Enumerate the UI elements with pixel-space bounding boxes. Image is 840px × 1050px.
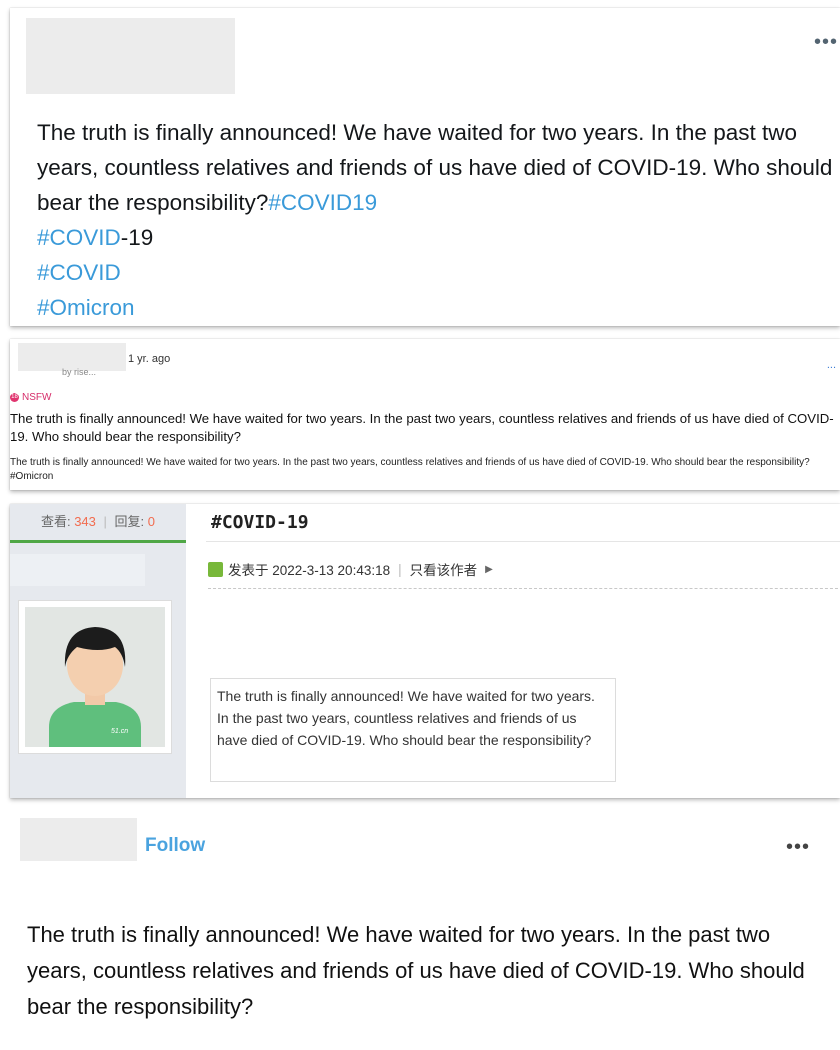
divider — [206, 541, 840, 542]
follow-button[interactable]: Follow — [145, 835, 205, 857]
divider — [208, 588, 840, 589]
thread-main: #COVID-19 发表于 2022-3-13 20:43:18 | 只看该作者… — [186, 504, 840, 798]
views-label: 查看: — [40, 514, 71, 529]
nsfw-label: NSFW — [22, 392, 52, 403]
post-card-2: by rise... 1 yr. ago ... 18 NSFW The tru… — [10, 339, 840, 490]
hashtag-link[interactable]: #COVID — [37, 225, 121, 250]
avatar[interactable]: 51.cn — [18, 600, 172, 754]
thread-title: #COVID-19 — [211, 512, 309, 533]
forum-thread: 查看: 343 | 回复: 0 51.cn #COVID-19 发表于 2022… — [10, 504, 840, 798]
hashtag-line: #COVID-19 — [37, 220, 837, 255]
hashtag-link[interactable]: #COVID19 — [268, 190, 377, 215]
post-title[interactable]: The truth is finally announced! We have … — [10, 410, 836, 446]
avatar-image: 51.cn — [25, 607, 165, 747]
post-body: The truth is finally announced! We have … — [10, 457, 810, 482]
post-card-4: Follow ••• The truth is finally announce… — [10, 811, 840, 1050]
post-text: The truth is finally announced! We have … — [27, 922, 805, 1019]
post-content: The truth is finally announced! We have … — [210, 678, 616, 782]
posted-time: 发表于 2022-3-13 20:43:18 — [228, 563, 391, 578]
nsfw-icon: 18 — [10, 393, 19, 402]
avatar-shirt-text: 51.cn — [111, 728, 128, 735]
redacted-username — [20, 818, 137, 861]
hashtag-line: #COVID — [37, 255, 837, 290]
more-options-icon[interactable]: ... — [827, 359, 836, 371]
hashtag-suffix: -19 — [120, 225, 154, 250]
byline: by rise... — [62, 367, 97, 377]
thread-stats: 查看: 343 | 回复: 0 — [10, 504, 186, 543]
views-count: 343 — [74, 514, 96, 529]
author-only-link[interactable]: 只看该作者 — [410, 559, 478, 579]
more-options-icon[interactable]: ••• — [814, 32, 838, 52]
hashtag-line: #Omicron — [37, 290, 837, 325]
hashtag-link[interactable]: #COVID — [37, 260, 121, 285]
post-meta: 发表于 2022-3-13 20:43:18 | 只看该作者 ▶ — [208, 559, 493, 579]
post-body: The truth is finally announced! We have … — [37, 120, 833, 215]
replies-count: 0 — [147, 514, 156, 529]
nsfw-badge: 18 NSFW — [10, 392, 51, 403]
post-text: The truth is finally announced! We have … — [37, 115, 837, 325]
replies-label: 回复: — [114, 514, 145, 529]
post-card-1: ••• The truth is finally announced! We h… — [10, 8, 840, 326]
redacted-author-name — [10, 554, 145, 586]
hashtag-link[interactable]: #Omicron — [37, 295, 135, 320]
arrow-right-icon: ▶ — [485, 563, 493, 575]
post-timestamp: 1 yr. ago — [128, 353, 171, 365]
more-options-icon[interactable]: ••• — [786, 837, 810, 857]
redacted-user-header — [26, 18, 235, 94]
online-status-icon — [208, 561, 223, 577]
